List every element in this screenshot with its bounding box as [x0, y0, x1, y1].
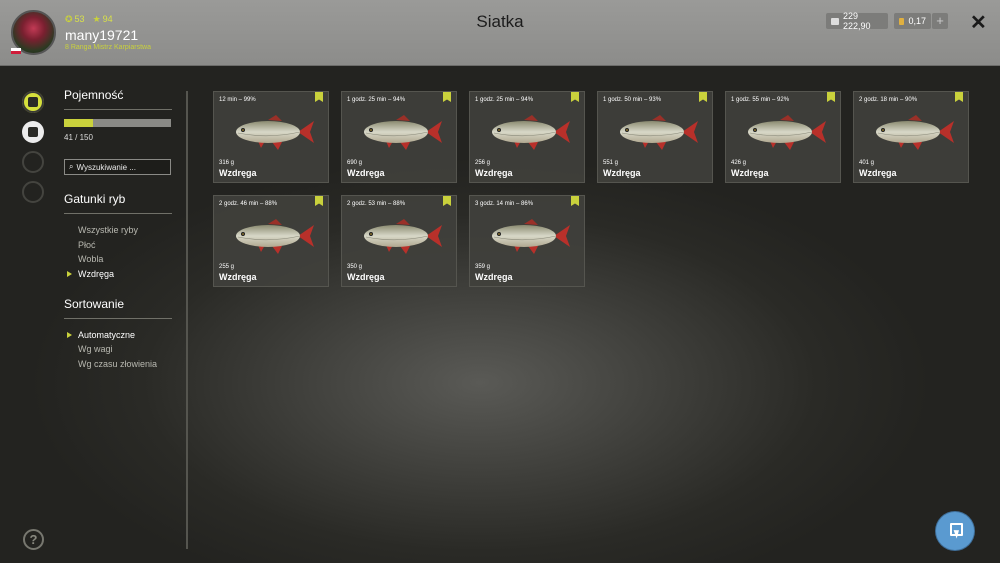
fish-card[interactable]: 1 godz. 50 min – 93% 551 g Wzdręga	[597, 91, 713, 183]
species-filter-item-selected[interactable]: Wzdręga	[64, 267, 172, 282]
bookmark-icon	[315, 196, 323, 206]
silver-icon	[831, 17, 839, 25]
fish-image	[492, 115, 570, 150]
fish-card[interactable]: 3 godz. 14 min – 86% 359 g Wzdręga	[469, 195, 585, 287]
sort-option-selected[interactable]: Automatyczne	[64, 328, 172, 343]
fish-weight: 551 g	[603, 160, 619, 166]
catch-time-quality: 2 godz. 53 min – 88%	[347, 201, 406, 207]
cooler-icon[interactable]	[22, 151, 44, 173]
bookmark-icon	[443, 196, 451, 206]
bookmark-icon	[571, 92, 579, 102]
fish-name: Wzdręga	[219, 272, 257, 282]
search-icon: ⌕	[69, 162, 74, 171]
fish-weight: 359 g	[475, 264, 491, 270]
fish-name: Wzdręga	[859, 168, 897, 178]
fish-net-icon[interactable]	[22, 91, 44, 113]
bookmark-icon	[315, 92, 323, 102]
catch-time-quality: 1 godz. 25 min – 94%	[475, 97, 534, 103]
top-bar: ✪ 53 ★ 94 many19721 8 Ranga Mistrz Karpiar…	[0, 0, 1000, 66]
fish-image	[364, 115, 442, 150]
species-title: Gatunki ryb	[64, 192, 172, 214]
fish-name: Wzdręga	[347, 272, 385, 282]
bookmark-icon	[443, 92, 451, 102]
fish-weight: 426 g	[731, 160, 747, 166]
catch-time-quality: 2 godz. 46 min – 88%	[219, 201, 278, 207]
fish-card[interactable]: 2 godz. 53 min – 88% 350 g Wzdręga	[341, 195, 457, 287]
gold-icon	[899, 17, 905, 25]
capacity-fill	[64, 119, 94, 127]
catch-time-quality: 1 godz. 25 min – 94%	[347, 97, 406, 103]
fish-name: Wzdręga	[475, 168, 513, 178]
search-input[interactable]	[76, 162, 161, 172]
fish-card[interactable]: 12 min – 99% 316 g Wzdręga	[213, 91, 329, 183]
fish-weight: 401 g	[859, 160, 875, 166]
fish-image	[620, 115, 698, 150]
species-filter-item[interactable]: Wobla	[64, 252, 172, 267]
fish-weight: 255 g	[219, 264, 235, 270]
fish-image	[236, 115, 314, 150]
bookmark-icon	[699, 92, 707, 102]
sort-option[interactable]: Wg czasu złowienia	[64, 357, 172, 372]
fish-weight: 256 g	[475, 160, 491, 166]
fish-card[interactable]: 1 godz. 25 min – 94% 256 g Wzdręga	[469, 91, 585, 183]
capacity-text: 41 / 150	[64, 133, 93, 142]
species-list: Wszystkie ryby Płoć Wobla Wzdręga	[64, 223, 172, 282]
bookmark-icon	[571, 196, 579, 206]
cursor-button[interactable]	[936, 512, 974, 550]
silver-currency: 229 222,90	[826, 11, 888, 31]
catch-time-quality: 1 godz. 55 min – 92%	[731, 97, 790, 103]
catch-time-quality: 1 godz. 50 min – 93%	[603, 97, 662, 103]
fish-card[interactable]: 1 godz. 25 min – 94% 690 g Wzdręga	[341, 91, 457, 183]
fish-card[interactable]: 2 godz. 46 min – 88% 255 g Wzdręga	[213, 195, 329, 287]
search-field[interactable]: ⌕	[64, 159, 171, 175]
capacity-title: Pojemność	[64, 88, 172, 110]
fish-name: Wzdręga	[731, 168, 769, 178]
help-icon[interactable]: ?	[23, 529, 44, 550]
fish-weight: 690 g	[347, 160, 363, 166]
fish-name: Wzdręga	[603, 168, 641, 178]
catch-time-quality: 3 godz. 14 min – 86%	[475, 201, 534, 207]
gold-currency: 0,17	[894, 13, 931, 29]
fish-name: Wzdręga	[219, 168, 257, 178]
player-rank: 8 Ranga Mistrz Karpiarstwa	[65, 44, 151, 51]
home-icon[interactable]	[22, 181, 44, 203]
capacity-bar	[64, 119, 171, 127]
sort-title: Sortowanie	[64, 297, 172, 319]
catch-time-quality: 2 godz. 18 min – 90%	[859, 97, 918, 103]
fish-image	[748, 115, 826, 150]
fish-image	[492, 219, 570, 254]
add-currency-button[interactable]: +	[932, 13, 948, 29]
close-button[interactable]: ✕	[970, 10, 987, 35]
fish-card[interactable]: 1 godz. 55 min – 92% 426 g Wzdręga	[725, 91, 841, 183]
fish-image	[876, 115, 954, 150]
bookmark-icon	[955, 92, 963, 102]
species-filter-item[interactable]: Płoć	[64, 238, 172, 253]
cursor-icon	[953, 528, 962, 539]
keepnet-icon[interactable]	[22, 121, 44, 143]
country-flag-icon	[11, 48, 21, 54]
bookmark-icon	[827, 92, 835, 102]
catch-time-quality: 12 min – 99%	[219, 97, 256, 103]
sort-option[interactable]: Wg wagi	[64, 342, 172, 357]
fish-name: Wzdręga	[347, 168, 385, 178]
fish-image	[236, 219, 314, 254]
fish-image	[364, 219, 442, 254]
filter-panel: Pojemność 41 / 150 ⌕ Gatunki ryb Wszystk…	[64, 88, 172, 372]
panel-divider	[186, 91, 188, 549]
sort-list: Automatyczne Wg wagi Wg czasu złowienia	[64, 328, 172, 372]
fish-weight: 350 g	[347, 264, 363, 270]
fish-weight: 316 g	[219, 160, 235, 166]
species-filter-item[interactable]: Wszystkie ryby	[64, 223, 172, 238]
fish-card[interactable]: 2 godz. 18 min – 90% 401 g Wzdręga	[853, 91, 969, 183]
fish-name: Wzdręga	[475, 272, 513, 282]
